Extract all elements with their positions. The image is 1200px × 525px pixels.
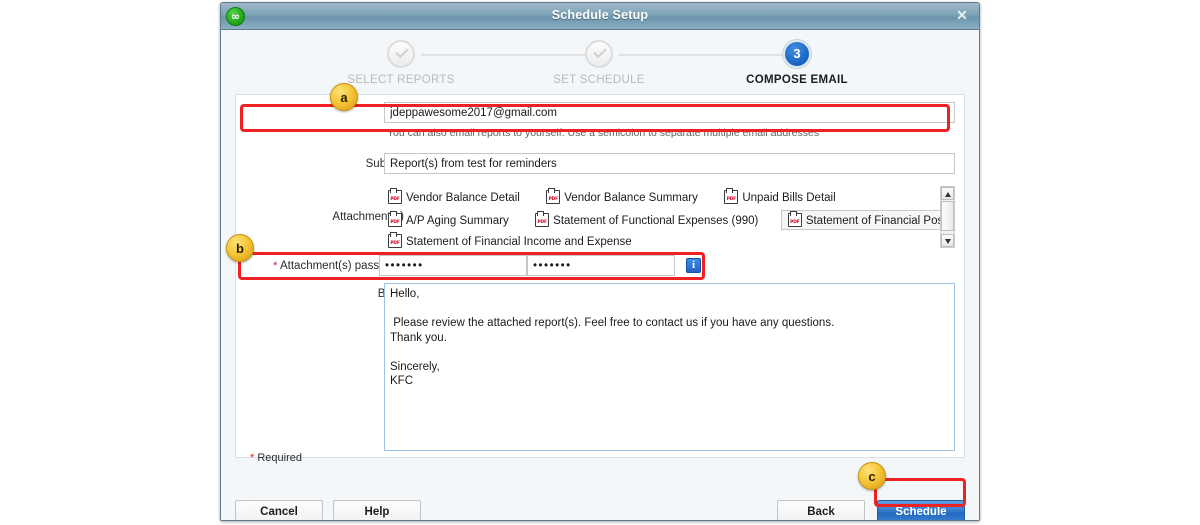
step-label: COMPOSE EMAIL	[746, 74, 848, 86]
attachment-name: Unpaid Bills Detail	[742, 192, 836, 204]
attachment-password-input[interactable]	[379, 255, 527, 276]
dialog-title: Schedule Setup	[551, 8, 649, 22]
info-icon-glyph: i	[691, 259, 696, 271]
scrollbar-thumb[interactable]	[941, 201, 954, 231]
step-number: 3	[793, 46, 801, 61]
attachments-scrollbar[interactable]	[940, 186, 955, 248]
compose-email-panel: * To You can also email reports to yours…	[235, 94, 965, 464]
schedule-button[interactable]: Schedule	[877, 500, 965, 520]
attachment-name: Vendor Balance Detail	[406, 192, 520, 204]
attachment-chip[interactable]: Statement of Functional Expenses (990)	[531, 211, 762, 229]
chevron-down-icon[interactable]	[941, 234, 954, 247]
back-button[interactable]: Back	[777, 500, 865, 520]
required-star: *	[250, 452, 255, 464]
step-set-schedule[interactable]: SET SCHEDULE	[519, 40, 679, 86]
attachment-chip-selected[interactable]: Statement of Financial Position	[780, 210, 946, 230]
attachment-chip[interactable]: Vendor Balance Summary	[542, 188, 702, 206]
callout-badge-b: b	[226, 234, 254, 262]
attachment-row: A/P Aging Summary Statement of Functiona…	[384, 210, 946, 230]
pdf-icon	[388, 232, 402, 248]
pdf-icon	[388, 188, 402, 204]
step-compose-email[interactable]: 3 COMPOSE EMAIL	[717, 40, 877, 86]
help-button[interactable]: Help	[333, 500, 421, 520]
callout-badge-c: c	[858, 462, 886, 490]
check-icon	[387, 40, 415, 68]
required-note: * Required	[250, 452, 302, 464]
pdf-icon	[388, 211, 402, 227]
pdf-icon	[787, 211, 802, 227]
body-textarea[interactable]: Hello, Please review the attached report…	[384, 283, 955, 451]
info-icon[interactable]: i	[686, 258, 701, 273]
pdf-icon	[724, 188, 739, 204]
attachment-row: Vendor Balance Detail Vendor Balance Sum…	[384, 188, 854, 206]
pdf-icon	[546, 188, 561, 204]
step-label: SET SCHEDULE	[553, 74, 645, 86]
cancel-button[interactable]: Cancel	[235, 500, 323, 520]
schedule-setup-dialog: ∞ Schedule Setup ✕ SELECT REPORTS SET SC…	[220, 2, 980, 521]
attachment-row: Statement of Financial Income and Expens…	[384, 232, 650, 248]
step-select-reports[interactable]: SELECT REPORTS	[321, 40, 481, 86]
screenshot-root: ∞ Schedule Setup ✕ SELECT REPORTS SET SC…	[0, 0, 1200, 525]
callout-badge-a: a	[330, 83, 358, 111]
pdf-icon	[535, 211, 550, 227]
attachment-password-confirm-input[interactable]	[527, 255, 675, 276]
chevron-up-icon[interactable]	[941, 187, 954, 200]
to-input[interactable]	[384, 102, 955, 123]
attachment-name: Vendor Balance Summary	[564, 192, 698, 204]
callout-badge-c-letter: c	[868, 469, 876, 484]
step-number-badge: 3	[783, 40, 811, 68]
attachment-chip[interactable]: Vendor Balance Detail	[384, 188, 524, 206]
subject-input[interactable]	[384, 153, 955, 174]
attachments-list[interactable]: Vendor Balance Detail Vendor Balance Sum…	[384, 188, 946, 248]
attachment-name: Statement of Functional Expenses (990)	[553, 215, 759, 227]
to-hint: You can also email reports to yourself. …	[387, 127, 820, 139]
close-icon[interactable]: ✕	[954, 7, 970, 23]
attachment-name: Statement of Financial Income and Expens…	[406, 236, 632, 248]
check-icon	[585, 40, 613, 68]
attachment-chip[interactable]: A/P Aging Summary	[384, 211, 513, 229]
attachment-chip[interactable]: Unpaid Bills Detail	[720, 188, 839, 206]
attachment-name: A/P Aging Summary	[406, 215, 509, 227]
dialog-titlebar: ∞ Schedule Setup ✕	[221, 3, 979, 30]
required-note-text: Required	[257, 452, 302, 464]
callout-badge-b-letter: b	[236, 241, 244, 256]
required-star: *	[273, 260, 278, 272]
callout-badge-a-letter: a	[340, 90, 348, 105]
attachment-chip[interactable]: Statement of Financial Income and Expens…	[384, 232, 636, 248]
attachment-name: Statement of Financial Position	[805, 215, 946, 227]
